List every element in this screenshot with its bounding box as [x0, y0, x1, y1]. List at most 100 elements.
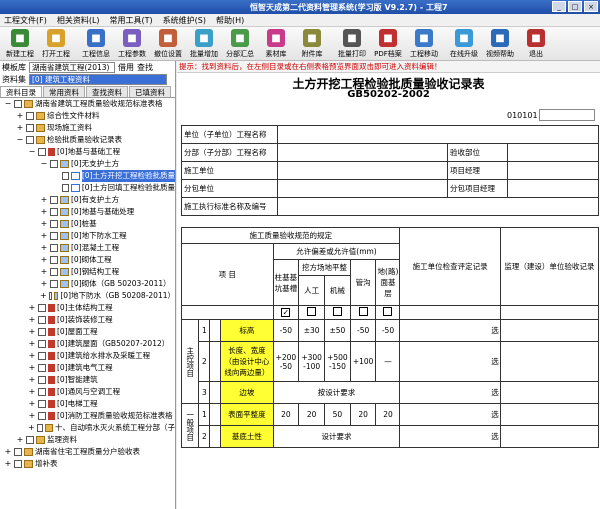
- tree-checkbox[interactable]: [26, 436, 34, 444]
- construct-unit-field[interactable]: [277, 161, 448, 180]
- tree-item[interactable]: + 湖南省住宅工程质量分户验收表: [0, 446, 175, 458]
- tree-checkbox[interactable]: [50, 256, 58, 264]
- tree-checkbox[interactable]: [50, 208, 58, 216]
- check-record-cell[interactable]: 选: [399, 341, 501, 382]
- tree-checkbox[interactable]: [38, 376, 46, 384]
- check-pipe[interactable]: [349, 305, 377, 320]
- toolbar-button-11[interactable]: ■ 工程移动: [406, 27, 442, 61]
- expander-icon[interactable]: +: [28, 386, 36, 398]
- acceptance-part-field[interactable]: [507, 143, 599, 162]
- expander-icon[interactable]: +: [40, 230, 48, 242]
- tree-item[interactable]: − [0]无支护土方: [0, 158, 175, 170]
- tree-item[interactable]: + 监理资料: [0, 434, 175, 446]
- expander-icon[interactable]: +: [40, 194, 48, 206]
- expander-icon[interactable]: +: [16, 122, 24, 134]
- tree-checkbox[interactable]: [50, 160, 58, 168]
- check-man[interactable]: [298, 305, 326, 320]
- tree-checkbox[interactable]: [26, 124, 34, 132]
- tree-item[interactable]: + [0]消防工程质量验收规范标准表格: [0, 410, 175, 422]
- check-mech[interactable]: [324, 305, 351, 320]
- tree-item[interactable]: + [0]砌体工程: [0, 254, 175, 266]
- tree-item[interactable]: + [0]地下防水（GB 50208-2011）: [0, 290, 175, 302]
- tab-common[interactable]: 常用资料: [43, 86, 85, 97]
- expander-icon[interactable]: +: [28, 338, 36, 350]
- expander-icon[interactable]: +: [40, 206, 48, 218]
- expander-icon[interactable]: +: [28, 362, 36, 374]
- tree-checkbox[interactable]: [38, 304, 46, 312]
- sub-manager-field[interactable]: [507, 179, 599, 198]
- expander-icon[interactable]: −: [28, 146, 36, 158]
- tree-item[interactable]: + [0]建筑给水排水及采暖工程: [0, 350, 175, 362]
- tree-checkbox[interactable]: [26, 136, 34, 144]
- expander-icon[interactable]: +: [28, 314, 36, 326]
- tree-checkbox[interactable]: [26, 112, 34, 120]
- toolbar-button-12[interactable]: ■ 在线升级: [446, 27, 482, 61]
- expander-icon[interactable]: +: [28, 302, 36, 314]
- tree-checkbox[interactable]: [38, 328, 46, 336]
- tree-checkbox[interactable]: [50, 268, 58, 276]
- toolbar-button-8[interactable]: ■ 附件库: [294, 27, 330, 61]
- toolbar-button-14[interactable]: ■ 退出: [518, 27, 554, 61]
- tab-filled[interactable]: 已填资料: [129, 86, 171, 97]
- tree-item[interactable]: + [0]建筑屋面（GB50207-2012）: [0, 338, 175, 350]
- toolbar-button-6[interactable]: ■ 分部汇总: [222, 27, 258, 61]
- check-pile[interactable]: ✓: [272, 305, 300, 320]
- toolbar-button-10[interactable]: ■ PDF档案: [370, 27, 406, 61]
- tree-checkbox[interactable]: [36, 424, 44, 432]
- tree-item[interactable]: + [0]主体结构工程: [0, 302, 175, 314]
- expander-icon[interactable]: +: [28, 410, 36, 422]
- tree-checkbox[interactable]: [50, 220, 58, 228]
- tree-checkbox[interactable]: [14, 448, 22, 456]
- toolbar-button-2[interactable]: ■ 工程信息: [78, 27, 114, 61]
- tree-item[interactable]: + [0]有支护土方: [0, 194, 175, 206]
- unit-name-field[interactable]: [277, 125, 599, 144]
- tree-checkbox[interactable]: [38, 388, 46, 396]
- dataset-select[interactable]: [0] 建筑工程资料: [29, 73, 167, 85]
- tree-item[interactable]: [0]土方开挖工程检验批质量: [0, 170, 175, 182]
- toolbar-button-4[interactable]: ■ 撤位设置: [150, 27, 186, 61]
- tree-checkbox[interactable]: [38, 364, 46, 372]
- supervise-record-cell[interactable]: [499, 341, 600, 382]
- tree-checkbox[interactable]: [38, 400, 46, 408]
- tree-item[interactable]: + [0]砌体（GB 50203-2011）: [0, 278, 175, 290]
- tree-checkbox[interactable]: [38, 340, 46, 348]
- tree-item[interactable]: − 湖南省建筑工程质量验收规范标准表格: [0, 98, 175, 110]
- expander-icon[interactable]: +: [28, 350, 36, 362]
- tree-item[interactable]: + [0]桩基: [0, 218, 175, 230]
- tree-item[interactable]: + [0]电梯工程: [0, 398, 175, 410]
- menu-system[interactable]: 系统维护(S): [163, 14, 206, 26]
- tree-item[interactable]: [0]土方回填工程检验批质量: [0, 182, 175, 194]
- standard-field[interactable]: [277, 197, 599, 216]
- tree-item[interactable]: + [0]混凝土工程: [0, 242, 175, 254]
- menu-tools[interactable]: 常用工具(T): [110, 14, 153, 26]
- tree-item[interactable]: + 现场施工资料: [0, 122, 175, 134]
- tree-item[interactable]: − 检验批质量验收记录表: [0, 134, 175, 146]
- tree-item[interactable]: + [0]地基与基础处理: [0, 206, 175, 218]
- check-ground[interactable]: [375, 305, 401, 320]
- tree-item[interactable]: + [0]地下防水工程: [0, 230, 175, 242]
- subcontract-unit-field[interactable]: [277, 179, 448, 198]
- menu-related[interactable]: 相关资料(L): [57, 14, 100, 26]
- tree-checkbox[interactable]: [50, 196, 58, 204]
- tree-checkbox[interactable]: [38, 316, 46, 324]
- search-button[interactable]: 查找: [137, 62, 153, 73]
- tree-item[interactable]: + [0]智能建筑: [0, 374, 175, 386]
- maximize-button[interactable]: □: [568, 1, 582, 12]
- tree-item[interactable]: + [0]建筑电气工程: [0, 362, 175, 374]
- tree-checkbox[interactable]: [38, 148, 46, 156]
- expander-icon[interactable]: +: [16, 110, 24, 122]
- supervise-record-cell[interactable]: [499, 381, 600, 404]
- supervise-record-cell[interactable]: [499, 403, 600, 426]
- tree-checkbox[interactable]: [38, 352, 46, 360]
- expander-icon[interactable]: −: [40, 158, 48, 170]
- supervise-record-cell[interactable]: [499, 319, 600, 342]
- expander-icon[interactable]: +: [40, 254, 48, 266]
- tree-item[interactable]: − [0]地基与基础工程: [0, 146, 175, 158]
- menu-help[interactable]: 帮助(H): [216, 14, 244, 26]
- tree-checkbox[interactable]: [61, 184, 70, 192]
- tree-checkbox[interactable]: [61, 172, 70, 180]
- tree-checkbox[interactable]: [50, 280, 58, 288]
- toolbar-button-7[interactable]: ■ 素材库: [258, 27, 294, 61]
- expander-icon[interactable]: +: [16, 434, 24, 446]
- tree-item[interactable]: + 十、自动喷水灭火系统工程分部（子: [0, 422, 175, 434]
